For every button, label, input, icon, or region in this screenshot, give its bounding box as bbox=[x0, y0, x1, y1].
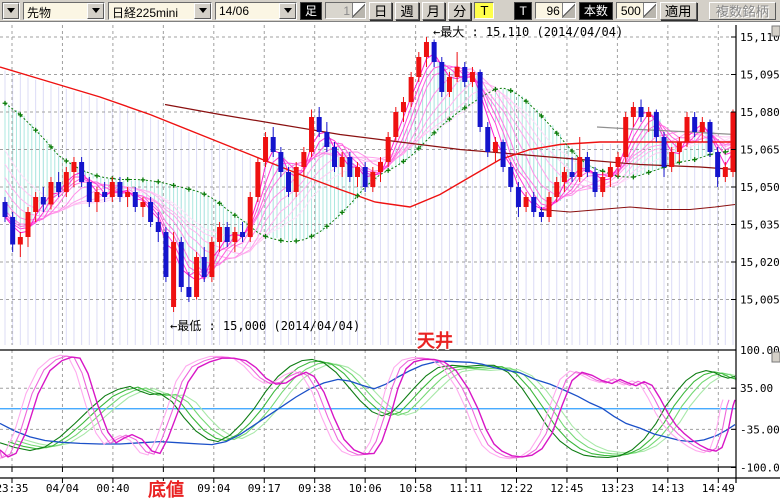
load-count-spinner[interactable]: 500 bbox=[616, 2, 657, 19]
rainbow-ma-lines bbox=[5, 54, 733, 281]
bar-count-value: 96 bbox=[536, 3, 562, 18]
mini-dropdown[interactable] bbox=[2, 2, 20, 20]
svg-text:12:22: 12:22 bbox=[500, 482, 533, 495]
svg-text:09:04: 09:04 bbox=[197, 482, 230, 495]
contract-month-select[interactable]: 14/06 bbox=[215, 2, 297, 20]
svg-text:15,050: 15,050 bbox=[740, 181, 780, 194]
svg-text:14:49: 14:49 bbox=[702, 482, 735, 495]
svg-text:15,005: 15,005 bbox=[740, 294, 780, 307]
tick-button-active[interactable]: T bbox=[474, 2, 494, 19]
svg-text:12:45: 12:45 bbox=[550, 482, 583, 495]
instrument-type-select[interactable]: 先物 bbox=[23, 2, 105, 20]
svg-text:11:11: 11:11 bbox=[449, 482, 482, 495]
instrument-type-value: 先物 bbox=[24, 3, 87, 19]
svg-text:15,020: 15,020 bbox=[740, 256, 780, 269]
chevron-down-icon[interactable] bbox=[3, 3, 19, 19]
chevron-down-icon[interactable] bbox=[279, 3, 296, 19]
svg-text:15,065: 15,065 bbox=[740, 144, 780, 157]
svg-text:-35.00: -35.00 bbox=[740, 423, 780, 436]
svg-text:23:35: 23:35 bbox=[0, 482, 29, 495]
chart-toolbar: 先物 日経225mini 14/06 足 1 日 週 月 分 T T 96 本数… bbox=[0, 0, 780, 22]
chart-canvas[interactable]: 15,11015,09515,08015,06515,05015,03515,0… bbox=[0, 22, 780, 500]
honsu-chip: 本数 bbox=[579, 2, 613, 20]
interval-value: 1 bbox=[326, 3, 352, 18]
bottom-annotation: 底値 bbox=[148, 479, 184, 500]
chevron-down-icon[interactable] bbox=[194, 3, 211, 19]
svg-text:15,035: 15,035 bbox=[740, 219, 780, 232]
load-count-value: 500 bbox=[617, 3, 643, 18]
apply-button[interactable]: 適用 bbox=[660, 2, 697, 20]
chart-area[interactable]: 15,11015,09515,08015,06515,05015,03515,0… bbox=[0, 22, 780, 500]
period-month-button[interactable]: 月 bbox=[422, 2, 445, 20]
svg-text:35.00: 35.00 bbox=[740, 382, 773, 395]
svg-text:←最低 : 15,000 (2014/04/04): ←最低 : 15,000 (2014/04/04) bbox=[170, 319, 360, 333]
interval-spinner[interactable]: 1 bbox=[325, 2, 366, 19]
oscillator-panel bbox=[0, 350, 736, 467]
period-minute-button[interactable]: 分 bbox=[448, 2, 471, 20]
bar-type-chip: 足 bbox=[300, 2, 322, 20]
svg-text:-100.00: -100.00 bbox=[740, 462, 780, 475]
contract-month-value: 14/06 bbox=[216, 3, 279, 19]
spinner-icon[interactable] bbox=[562, 3, 575, 18]
bar-count-spinner[interactable]: 96 bbox=[535, 2, 576, 19]
period-week-button[interactable]: 週 bbox=[395, 2, 418, 20]
svg-text:15,080: 15,080 bbox=[740, 106, 780, 119]
svg-text:10:06: 10:06 bbox=[349, 482, 382, 495]
svg-text:04/04: 04/04 bbox=[46, 482, 79, 495]
symbol-select[interactable]: 日経225mini bbox=[108, 2, 212, 20]
svg-text:09:38: 09:38 bbox=[298, 482, 331, 495]
svg-text:09:17: 09:17 bbox=[248, 482, 281, 495]
spinner-icon[interactable] bbox=[352, 3, 365, 18]
tick-chip: T bbox=[514, 2, 531, 20]
panel-button[interactable] bbox=[772, 26, 780, 36]
period-day-button[interactable]: 日 bbox=[369, 2, 392, 20]
svg-text:00:40: 00:40 bbox=[96, 482, 129, 495]
svg-text:10:58: 10:58 bbox=[399, 482, 432, 495]
svg-text:13:23: 13:23 bbox=[601, 482, 634, 495]
spinner-icon[interactable] bbox=[643, 3, 656, 18]
x-axis-labels: 23:35 04/04 00:40 09:04 09:17 09:38 10:06 10:58… bbox=[0, 467, 735, 495]
chevron-down-icon[interactable] bbox=[87, 3, 104, 19]
svg-text:14:13: 14:13 bbox=[651, 482, 684, 495]
panel-button[interactable] bbox=[772, 352, 780, 362]
svg-text:15,095: 15,095 bbox=[740, 69, 780, 82]
symbol-value: 日経225mini bbox=[109, 3, 194, 19]
svg-text:←最大 : 15,110 (2014/04/04): ←最大 : 15,110 (2014/04/04) bbox=[433, 25, 623, 39]
chart-application-window: 先物 日経225mini 14/06 足 1 日 週 月 分 T T 96 本数… bbox=[0, 0, 780, 500]
multi-symbol-button-disabled[interactable]: 複数銘柄 bbox=[709, 2, 776, 20]
ceiling-annotation: 天井 bbox=[417, 330, 453, 351]
